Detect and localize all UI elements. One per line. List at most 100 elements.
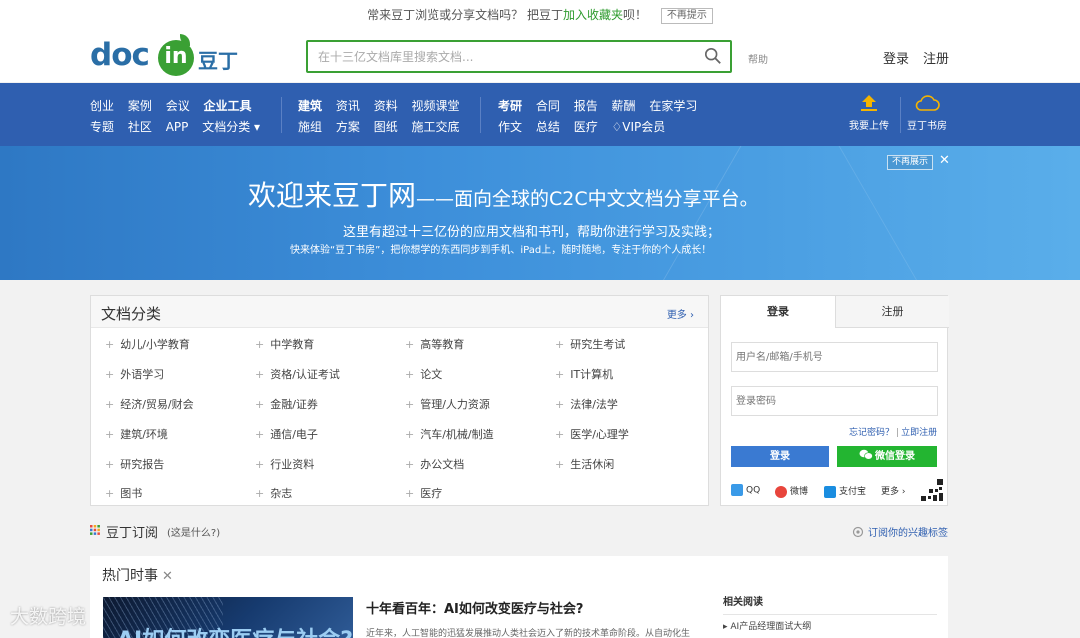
notice-text-end: 呗！ xyxy=(623,8,648,22)
wechat-login-label: 微信登录 xyxy=(875,451,915,462)
category-item[interactable]: 幼儿/小学教育 xyxy=(105,336,190,352)
nav-item-construction-org[interactable]: 施组 xyxy=(298,117,322,138)
category-item[interactable]: 医疗 xyxy=(405,485,442,501)
subscribe-tags-link[interactable]: 订阅你的兴趣标签 xyxy=(852,524,948,539)
search-icon[interactable] xyxy=(704,47,722,65)
nav-item-topics[interactable]: 专题 xyxy=(90,117,114,138)
related-reading-item[interactable]: ▸ AI产品经理面试大纲 xyxy=(723,619,811,632)
hot-news-thumbnail[interactable]: AI如何改变医疗与社会? xyxy=(103,597,353,638)
nav-item-startup[interactable]: 创业 xyxy=(90,96,114,117)
banner-title-sub: ——面向全球的C2C中文文档分享平台。 xyxy=(416,188,759,210)
nav-item-video-class[interactable]: 视频课堂 xyxy=(412,96,460,117)
what-is-this-link[interactable]: (这是什么?) xyxy=(167,524,220,539)
category-item[interactable]: 研究报告 xyxy=(105,456,164,472)
category-item[interactable]: 图书 xyxy=(105,485,142,501)
category-item[interactable]: 外语学习 xyxy=(105,366,164,382)
nav-item-news[interactable]: 资讯 xyxy=(336,96,360,117)
upload-icon xyxy=(861,95,877,111)
category-item[interactable]: 金融/证券 xyxy=(255,396,318,412)
nav-item-cases[interactable]: 案例 xyxy=(128,96,152,117)
alipay-login[interactable]: 支付宝 xyxy=(824,484,866,498)
nav-divider xyxy=(900,97,901,133)
upload-button[interactable]: 我要上传 xyxy=(844,93,894,132)
category-item[interactable]: 研究生考试 xyxy=(555,336,625,352)
login-tabs: 登录 注册 xyxy=(721,296,949,328)
hot-news-close-icon[interactable]: ✕ xyxy=(162,569,173,584)
category-item[interactable]: 行业资料 xyxy=(255,456,314,472)
username-field[interactable] xyxy=(731,342,938,372)
qq-login[interactable]: QQ xyxy=(731,484,760,496)
nav-item-salary[interactable]: 薪酬 xyxy=(612,96,636,117)
wechat-icon xyxy=(859,449,873,460)
nav-item-essay[interactable]: 作文 xyxy=(498,117,522,138)
wechat-login-button[interactable]: 微信登录 xyxy=(837,446,937,467)
category-item[interactable]: 论文 xyxy=(405,366,442,382)
banner-title-main: 欢迎来豆丁网 xyxy=(248,179,417,212)
category-item[interactable]: 管理/人力资源 xyxy=(405,396,490,412)
nav-item-construction[interactable]: 建筑 xyxy=(298,96,322,117)
docin-logo[interactable]: doc in 豆丁 xyxy=(90,34,250,76)
nav-item-enterprise-tools[interactable]: 企业工具 xyxy=(204,96,252,117)
category-item[interactable]: 办公文档 xyxy=(405,456,464,472)
nav-item-contract[interactable]: 合同 xyxy=(536,96,560,117)
notice-dismiss-button[interactable]: 不再提示 xyxy=(660,7,713,24)
category-item[interactable]: 高等教育 xyxy=(405,336,464,352)
password-field[interactable] xyxy=(731,386,938,416)
category-item[interactable]: IT计算机 xyxy=(555,366,613,382)
login-links: 忘记密码？ | 立即注册 xyxy=(849,425,937,438)
tab-login[interactable]: 登录 xyxy=(721,296,835,328)
weibo-login[interactable]: 微博 xyxy=(775,484,808,498)
main-nav: 创业 案例 会议 企业工具 专题 社区 APP 文档分类 ▾ 建筑 资讯 资料 … xyxy=(0,83,1080,146)
banner-close-icon[interactable]: ✕ xyxy=(939,153,950,168)
category-item[interactable]: 经济/贸易/财会 xyxy=(105,396,193,412)
nav-item-doc-categories[interactable]: 文档分类 ▾ xyxy=(202,117,260,138)
bookroom-button[interactable]: 豆丁书房 xyxy=(902,93,952,132)
header-register-link[interactable]: 注册 xyxy=(923,48,949,67)
category-item[interactable]: 资格/认证考试 xyxy=(255,366,340,382)
add-favorites-link[interactable]: 加入收藏夹 xyxy=(563,8,623,22)
categories-more-link[interactable]: 更多 › xyxy=(667,306,694,321)
category-item[interactable]: 建筑/环境 xyxy=(105,426,168,442)
nav-item-medical[interactable]: 医疗 xyxy=(574,117,598,138)
category-item[interactable]: 生活休闲 xyxy=(555,456,614,472)
tab-register[interactable]: 注册 xyxy=(835,296,949,328)
nav-item-meeting[interactable]: 会议 xyxy=(166,96,190,117)
nav-group-general: 创业 案例 会议 企业工具 专题 社区 APP 文档分类 ▾ xyxy=(90,96,270,138)
hot-news-headline[interactable]: 十年看百年：AI如何改变医疗与社会? xyxy=(366,598,583,617)
alipay-label: 支付宝 xyxy=(839,487,867,497)
category-item[interactable]: 杂志 xyxy=(255,485,292,501)
nav-item-plans[interactable]: 方案 xyxy=(336,117,360,138)
nav-item-postgrad[interactable]: 考研 xyxy=(498,96,522,117)
category-item[interactable]: 中学教育 xyxy=(255,336,314,352)
category-item[interactable]: 医学/心理学 xyxy=(555,426,629,442)
help-link[interactable]: 帮助 xyxy=(748,51,768,66)
category-item[interactable]: 汽车/机械/制造 xyxy=(405,426,493,442)
header-login-link[interactable]: 登录 xyxy=(883,48,909,67)
nav-item-drawings[interactable]: 图纸 xyxy=(374,117,398,138)
nav-item-app[interactable]: APP xyxy=(166,117,189,138)
qq-label: QQ xyxy=(746,485,761,496)
qr-code-icon[interactable] xyxy=(919,477,945,503)
category-item[interactable]: 通信/电子 xyxy=(255,426,318,442)
forgot-password-link[interactable]: 忘记密码？ xyxy=(849,428,894,438)
nav-item-vip[interactable]: ♢VIP会员 xyxy=(612,117,666,138)
nav-item-home-study[interactable]: 在家学习 xyxy=(649,96,697,117)
more-login-options[interactable]: 更多 › xyxy=(881,484,905,497)
register-now-link[interactable]: 立即注册 xyxy=(901,428,937,438)
subscription-title: 豆丁订阅 xyxy=(106,526,159,541)
search-input[interactable] xyxy=(308,42,688,71)
nav-item-report[interactable]: 报告 xyxy=(574,96,598,117)
banner-dismiss-button[interactable]: 不再展示 xyxy=(887,155,934,170)
banner-line-2: 这里有超过十三亿份的应用文档和书刊，帮助你进行学习及实践； xyxy=(343,225,721,240)
nav-item-materials[interactable]: 资料 xyxy=(374,96,398,117)
nav-item-community[interactable]: 社区 xyxy=(128,117,152,138)
nav-item-disclosure[interactable]: 施工交底 xyxy=(412,117,460,138)
nav-item-summary[interactable]: 总结 xyxy=(536,117,560,138)
hot-news-title: 热门时事 xyxy=(102,568,158,584)
subscription-row: 豆丁订阅 (这是什么?) 订阅你的兴趣标签 xyxy=(90,520,948,541)
category-item[interactable]: 法律/法学 xyxy=(555,396,618,412)
categories-header: 文档分类 更多 › xyxy=(91,296,708,328)
qq-icon xyxy=(731,484,743,496)
nav-divider xyxy=(281,97,282,133)
login-button[interactable]: 登录 xyxy=(731,446,829,467)
